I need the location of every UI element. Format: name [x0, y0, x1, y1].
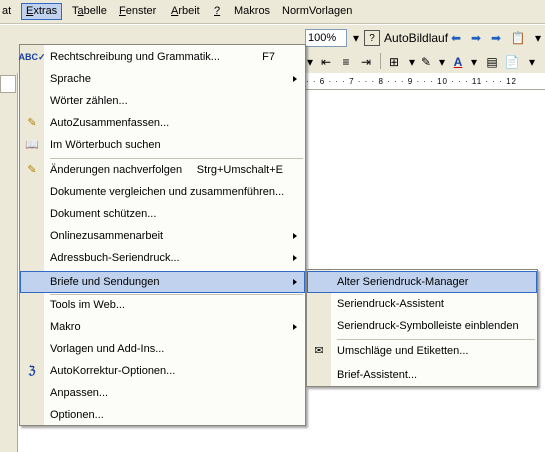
menu-item-label: Im Wörterbuch suchen: [50, 139, 161, 151]
menu-item-shortcut: F7: [262, 51, 275, 63]
highlight-icon[interactable]: ✎: [418, 52, 434, 72]
submenu-arrow-icon: [293, 324, 297, 330]
highlight-dropdown-icon[interactable]: ▾: [434, 52, 450, 72]
menu-item-label: Dokument schützen...: [50, 208, 157, 220]
menu-item-alter-seriendruck-manager[interactable]: Alter Seriendruck-Manager: [307, 271, 537, 293]
menu-item-autokorrektur[interactable]: ℨ AutoKorrektur-Optionen...: [20, 360, 305, 382]
autosummarize-icon: ✎: [27, 117, 37, 129]
autobildlauf-button[interactable]: AutoBildlauf: [384, 28, 448, 48]
menu-item-label: AutoZusammenfassen...: [50, 117, 170, 129]
menu-item-rechtschreibung[interactable]: ABC✓ Rechtschreibung und Grammatik... F7: [18, 46, 305, 68]
menu-item-seriendruck-assistent[interactable]: Seriendruck-Assistent: [307, 293, 537, 315]
autocorrect-icon: ℨ: [28, 365, 36, 377]
border-icon[interactable]: ⊞: [386, 52, 402, 72]
numbering-icon[interactable]: ≡: [338, 52, 354, 72]
menu-item-label: Optionen...: [50, 409, 104, 421]
vertical-ruler: [0, 73, 18, 452]
spellcheck-icon: ABC✓: [18, 52, 46, 62]
menu-item-sprache[interactable]: Sprache: [20, 68, 305, 90]
menu-item-label: Anpassen...: [50, 387, 109, 399]
menu-fenster[interactable]: Fenster: [115, 3, 160, 20]
menu-item-label: Änderungen nachverfolgen: [50, 164, 183, 176]
track-changes-icon: ✎: [27, 164, 37, 176]
arrow-right-icon[interactable]: ➡: [468, 28, 484, 48]
menu-tabelle[interactable]: Tabelle: [68, 3, 111, 20]
menu-item-label: Rechtschreibung und Grammatik...: [50, 51, 220, 63]
menu-item-onlinezusammenarbeit[interactable]: Onlinezusammenarbeit: [20, 225, 305, 247]
menu-extras-rest: xtras: [33, 5, 58, 17]
arrow-left-icon[interactable]: ⬅: [448, 28, 464, 48]
menu-item-label: Adressbuch-Seriendruck...: [50, 252, 180, 264]
menu-item-label: Briefe und Sendungen: [50, 276, 160, 288]
font-color-dropdown-icon[interactable]: ▾: [466, 52, 482, 72]
menu-extras[interactable]: Extras: [21, 3, 63, 20]
menu-item-schuetzen[interactable]: Dokument schützen...: [20, 203, 305, 225]
menu-item-label: Alter Seriendruck-Manager: [337, 276, 469, 288]
font-color-icon[interactable]: A: [450, 52, 466, 72]
menu-item-autozusammenfassen[interactable]: ✎ AutoZusammenfassen...: [20, 112, 305, 134]
menu-item-label: Wörter zählen...: [50, 95, 128, 107]
menu-item-label: Tools im Web...: [50, 299, 125, 311]
submenu-arrow-icon: [293, 255, 297, 261]
ruler-corner: [0, 75, 16, 93]
menu-item-label: Seriendruck-Symbolleiste einblenden: [337, 320, 519, 332]
toolbar-overflow-icon-2[interactable]: ▾: [524, 52, 540, 72]
extras-menu: ABC✓ Rechtschreibung und Grammatik... F7…: [18, 44, 306, 426]
zoom-field[interactable]: 100%: [305, 29, 347, 47]
menu-item-makro[interactable]: Makro: [20, 316, 305, 338]
menu-help[interactable]: ?: [210, 3, 224, 20]
menu-item-aenderungen[interactable]: ✎ Änderungen nachverfolgen Strg+Umschalt…: [20, 159, 305, 181]
comment-icon[interactable]: ▤: [484, 52, 500, 72]
toolbar-separator: [380, 53, 381, 69]
submenu-arrow-icon: [293, 233, 297, 239]
horizontal-ruler: · · 6 · · · 7 · · · 8 · · · 9 · · · 10 ·…: [300, 73, 545, 90]
menu-item-label: Onlinezusammenarbeit: [50, 230, 164, 242]
menu-item-label: AutoKorrektur-Optionen...: [50, 365, 176, 377]
menu-item-tools-im-web[interactable]: Tools im Web...: [20, 294, 305, 316]
document-icon[interactable]: 📄: [504, 52, 520, 72]
menu-item-label: Seriendruck-Assistent: [337, 298, 444, 310]
menu-item-woerterbuch[interactable]: 📖 Im Wörterbuch suchen: [20, 134, 305, 156]
menu-item-seriendruck-symbolleiste[interactable]: Seriendruck-Symbolleiste einblenden: [307, 315, 537, 337]
menu-item-umschlaege[interactable]: ✉ Umschläge und Etiketten...: [307, 340, 537, 362]
dictionary-icon: 📖: [25, 139, 39, 151]
menu-item-label: Sprache: [50, 73, 91, 85]
menu-item-brief-assistent[interactable]: Brief-Assistent...: [307, 364, 537, 386]
menu-item-adressbuch[interactable]: Adressbuch-Seriendruck...: [20, 247, 305, 269]
briefe-und-sendungen-submenu: Alter Seriendruck-Manager Seriendruck-As…: [306, 269, 538, 387]
toolbar-overflow-icon[interactable]: ▾: [530, 28, 545, 48]
question-icon[interactable]: ?: [364, 30, 380, 46]
menu-item-label: Vorlagen und Add-Ins...: [50, 343, 165, 355]
menu-item-woerter-zaehlen[interactable]: Wörter zählen...: [20, 90, 305, 112]
menu-normvorlagen[interactable]: NormVorlagen: [278, 3, 356, 20]
menu-item-vorlagen[interactable]: Vorlagen und Add-Ins...: [20, 338, 305, 360]
menu-item-label: Brief-Assistent...: [337, 369, 418, 381]
increase-indent-icon[interactable]: ⇥: [358, 52, 374, 72]
decrease-indent-icon[interactable]: ⇤: [318, 52, 334, 72]
menu-item-label: Umschläge und Etiketten...: [337, 345, 469, 357]
forward-icon[interactable]: ➡: [488, 28, 504, 48]
submenu-arrow-icon: [293, 279, 297, 285]
menu-item-shortcut: Strg+Umschalt+E: [196, 164, 283, 176]
menu-format[interactable]: at: [0, 3, 15, 20]
menu-item-vergleichen[interactable]: Dokumente vergleichen und zusammenführen…: [20, 181, 305, 203]
menu-bar: at Extras Tabelle Fenster Arbeit ? Makro…: [0, 0, 545, 24]
document-map-icon[interactable]: 📋: [510, 28, 526, 48]
menu-makros[interactable]: Makros: [230, 3, 274, 20]
menu-item-label: Dokumente vergleichen und zusammenführen…: [50, 186, 285, 198]
zoom-dropdown-icon[interactable]: ▾: [348, 28, 364, 48]
menu-item-anpassen[interactable]: Anpassen...: [20, 382, 305, 404]
envelope-icon: ✉: [314, 345, 324, 357]
submenu-arrow-icon: [293, 76, 297, 82]
menu-arbeit[interactable]: Arbeit: [167, 3, 204, 20]
menu-item-briefe-und-sendungen[interactable]: Briefe und Sendungen: [20, 271, 305, 293]
menu-item-label: Makro: [50, 321, 81, 333]
menu-item-optionen[interactable]: Optionen...: [20, 404, 305, 426]
